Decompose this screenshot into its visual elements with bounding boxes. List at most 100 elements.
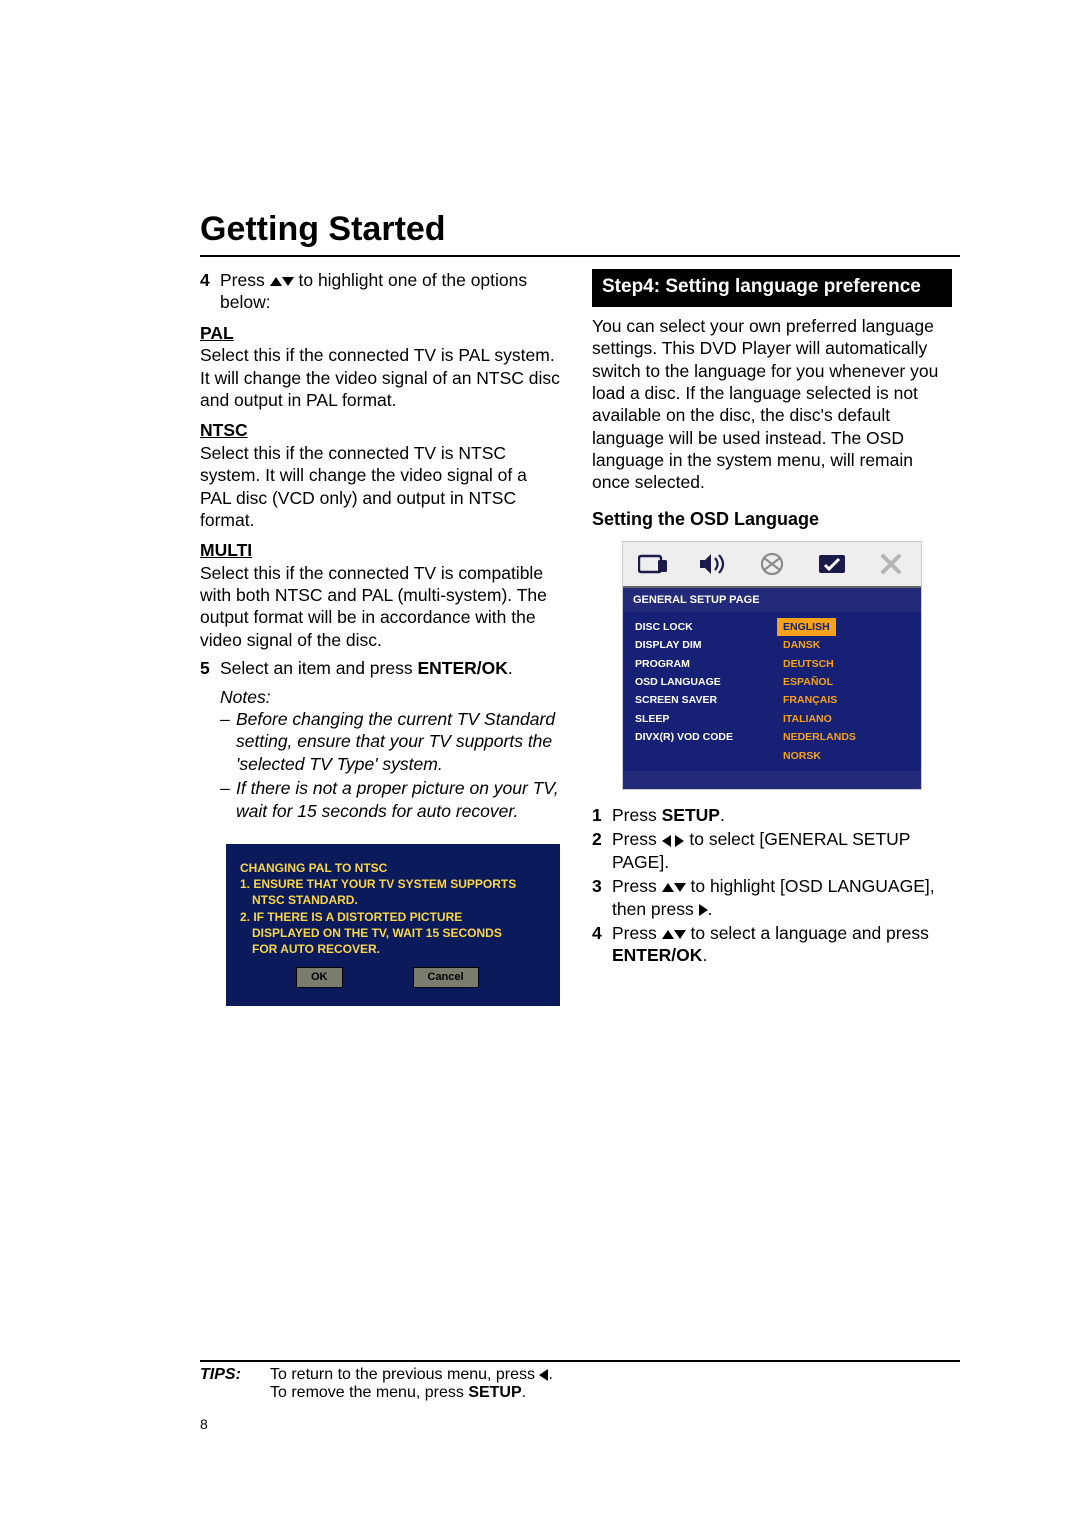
general-tab-icon[interactable] <box>636 550 670 578</box>
note-2: – If there is not a proper picture on yo… <box>220 777 560 822</box>
note-text: Before changing the current TV Standard … <box>236 708 560 775</box>
osd-item[interactable]: PROGRAM <box>635 655 783 673</box>
text: . <box>548 1366 552 1383</box>
note-text: If there is not a proper picture on your… <box>236 777 560 822</box>
text: Press <box>220 270 270 290</box>
step-body: Press to select [GENERAL SETUP PAGE]. <box>612 828 952 873</box>
osd-option[interactable]: NEDERLANDS <box>783 728 921 746</box>
multi-body: Select this if the connected TV is compa… <box>200 562 560 652</box>
osd-item[interactable]: OSD LANGUAGE <box>635 673 783 691</box>
warn-buttons: OK Cancel <box>240 967 546 988</box>
osd-item[interactable]: DISPLAY DIM <box>635 636 783 654</box>
left-column: 4 Press to highlight one of the options … <box>200 269 560 1006</box>
audio-tab-icon[interactable] <box>695 550 729 578</box>
pal-body: Select this if the connected TV is PAL s… <box>200 344 560 411</box>
warn-line: NTSC STANDARD. <box>240 892 546 908</box>
osd-language-options: ENGLISH DANSK DEUTSCH ESPAÑOL FRANÇAIS I… <box>783 612 921 771</box>
osd-footer <box>623 771 921 789</box>
step-2: 2 Press to select [GENERAL SETUP PAGE]. <box>592 828 952 873</box>
ntsc-body: Select this if the connected TV is NTSC … <box>200 442 560 532</box>
bold: ENTER/OK <box>612 945 702 965</box>
text: To return to the previous menu, press <box>270 1366 539 1383</box>
left-right-icon <box>662 829 685 849</box>
tips-rule <box>200 1360 960 1362</box>
osd-option[interactable]: ESPAÑOL <box>783 673 921 691</box>
text: Press <box>612 923 662 943</box>
subsection-heading: Setting the OSD Language <box>592 508 952 531</box>
dash: – <box>220 708 236 775</box>
text: Select an item and press <box>220 658 417 678</box>
osd-item[interactable]: SLEEP <box>635 710 783 728</box>
osd-option[interactable]: DANSK <box>783 636 921 654</box>
ok-button[interactable]: OK <box>296 967 343 988</box>
osd-item[interactable]: DISC LOCK <box>635 618 783 636</box>
osd-item[interactable]: DIVX(R) VOD CODE <box>635 728 783 746</box>
text: . <box>522 1384 526 1401</box>
tips-text: To return to the previous menu, press . … <box>270 1366 553 1402</box>
multi-heading: MULTI <box>200 539 560 561</box>
osd-option[interactable]: FRANÇAIS <box>783 691 921 709</box>
osd-screenshot: GENERAL SETUP PAGE DISC LOCK DISPLAY DIM… <box>622 541 922 790</box>
step-number: 3 <box>592 875 612 920</box>
bold: ENTER/OK <box>417 658 507 678</box>
close-tab-icon[interactable] <box>874 550 908 578</box>
text: . <box>720 805 725 825</box>
text: . <box>708 899 713 919</box>
osd-option[interactable]: NORSK <box>783 747 921 765</box>
text: Press <box>612 876 662 896</box>
text: . <box>508 658 513 678</box>
text: To remove the menu, press <box>270 1384 468 1401</box>
video-tab-icon[interactable] <box>755 550 789 578</box>
step-number: 4 <box>592 922 612 967</box>
pal-ntsc-warning-dialog: CHANGING PAL TO NTSC 1. ENSURE THAT YOUR… <box>226 844 560 1006</box>
tips-footer: TIPS: To return to the previous menu, pr… <box>200 1360 960 1402</box>
title-rule <box>200 255 960 257</box>
osd-menu-items: DISC LOCK DISPLAY DIM PROGRAM OSD LANGUA… <box>623 612 783 771</box>
step-4r: 4 Press to select a language and press E… <box>592 922 952 967</box>
text: Press <box>612 805 662 825</box>
step-body: Press to highlight [OSD LANGUAGE], then … <box>612 875 952 920</box>
osd-item[interactable]: SCREEN SAVER <box>635 691 783 709</box>
note-1: – Before changing the current TV Standar… <box>220 708 560 775</box>
section-header: Step4: Setting language preference <box>592 269 952 307</box>
warn-line: 1. ENSURE THAT YOUR TV SYSTEM SUPPORTS <box>240 876 546 892</box>
step-body: Select an item and press ENTER/OK. <box>220 657 560 679</box>
step-3: 3 Press to highlight [OSD LANGUAGE], the… <box>592 875 952 920</box>
tips-label: TIPS: <box>200 1366 270 1402</box>
dash: – <box>220 777 236 822</box>
pal-heading: PAL <box>200 322 560 344</box>
step-number: 4 <box>200 269 220 314</box>
osd-option[interactable]: DEUTSCH <box>783 655 921 673</box>
bold: SETUP <box>468 1384 521 1401</box>
page-title: Getting Started <box>200 210 960 249</box>
text: . <box>702 945 707 965</box>
preference-tab-icon[interactable] <box>815 550 849 578</box>
step-4: 4 Press to highlight one of the options … <box>200 269 560 314</box>
osd-tab-bar <box>623 542 921 588</box>
osd-body: DISC LOCK DISPLAY DIM PROGRAM OSD LANGUA… <box>623 612 921 771</box>
ntsc-heading: NTSC <box>200 419 560 441</box>
warn-line: CHANGING PAL TO NTSC <box>240 860 546 876</box>
intro-paragraph: You can select your own preferred langua… <box>592 315 952 494</box>
cancel-button[interactable]: Cancel <box>413 967 479 988</box>
step-body: Press to highlight one of the options be… <box>220 269 560 314</box>
tips-row: TIPS: To return to the previous menu, pr… <box>200 1366 960 1402</box>
right-column: Step4: Setting language preference You c… <box>592 269 952 1006</box>
step-1: 1 Press SETUP. <box>592 804 952 826</box>
step-5: 5 Select an item and press ENTER/OK. <box>200 657 560 679</box>
step-number: 1 <box>592 804 612 826</box>
up-down-icon <box>270 270 294 290</box>
text: to select a language and press <box>690 923 928 943</box>
up-down-icon <box>662 923 686 943</box>
right-icon <box>699 899 708 919</box>
step-body: Press SETUP. <box>612 804 952 826</box>
warn-line: DISPLAYED ON THE TV, WAIT 15 SECONDS <box>240 925 546 941</box>
page-number: 8 <box>200 1416 208 1432</box>
osd-option[interactable]: ITALIANO <box>783 710 921 728</box>
osd-option-selected[interactable]: ENGLISH <box>783 618 921 636</box>
text: Press <box>612 829 662 849</box>
step-number: 2 <box>592 828 612 873</box>
up-down-icon <box>662 876 686 896</box>
two-column-layout: 4 Press to highlight one of the options … <box>200 269 960 1006</box>
notes-label: Notes: <box>220 686 560 708</box>
